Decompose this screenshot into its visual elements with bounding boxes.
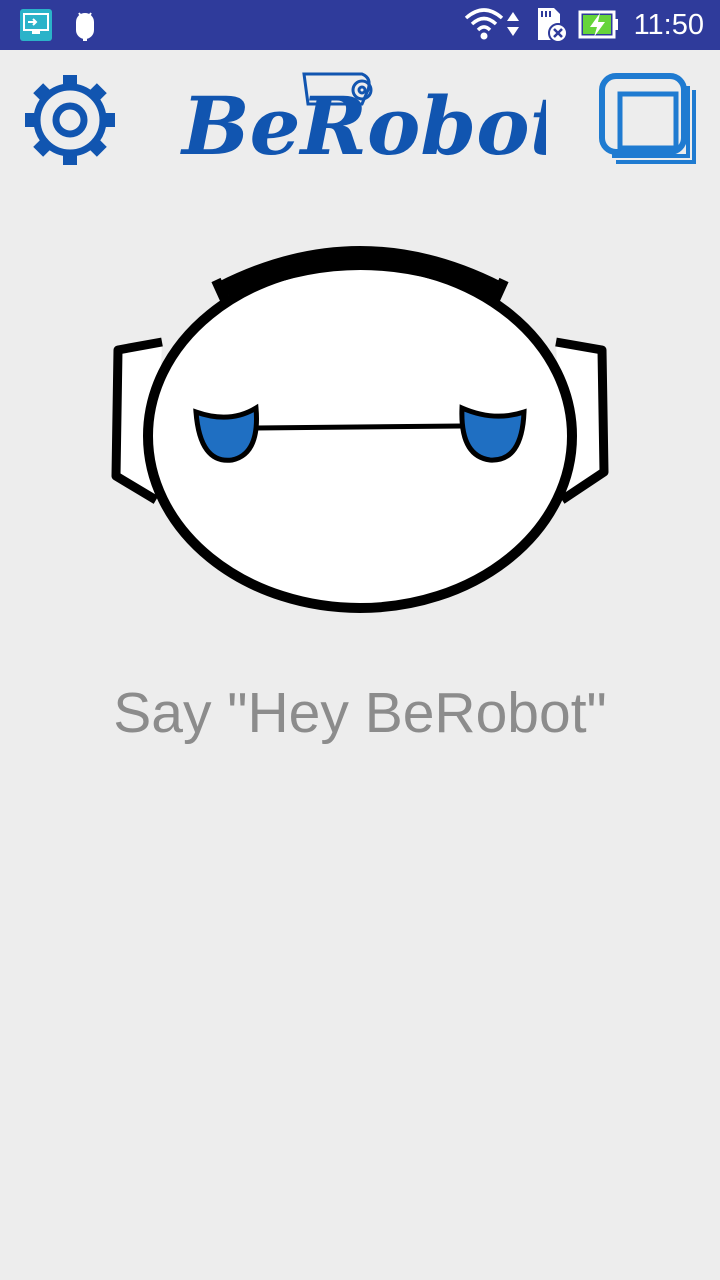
robot-face bbox=[111, 246, 609, 613]
android-icon bbox=[76, 12, 94, 41]
wake-word-prompt: Say "Hey BeRobot" bbox=[113, 681, 607, 745]
face-line bbox=[255, 423, 463, 431]
status-time: 11:50 bbox=[633, 9, 704, 41]
gear-icon[interactable] bbox=[24, 74, 116, 166]
status-bar: 11:50 bbox=[0, 0, 720, 50]
layers-icon[interactable] bbox=[598, 72, 698, 168]
battery-charging-icon bbox=[578, 10, 618, 39]
sd-card-error-icon bbox=[538, 8, 568, 43]
screen-cast-icon bbox=[20, 9, 52, 41]
app-header: BeRobot bbox=[0, 50, 720, 190]
berobot-logo: BeRobot bbox=[176, 68, 567, 173]
logo-text: BeRobot bbox=[180, 79, 546, 172]
data-arrows-icon bbox=[507, 12, 519, 36]
wifi-icon bbox=[464, 8, 504, 40]
right-eye bbox=[459, 404, 527, 463]
